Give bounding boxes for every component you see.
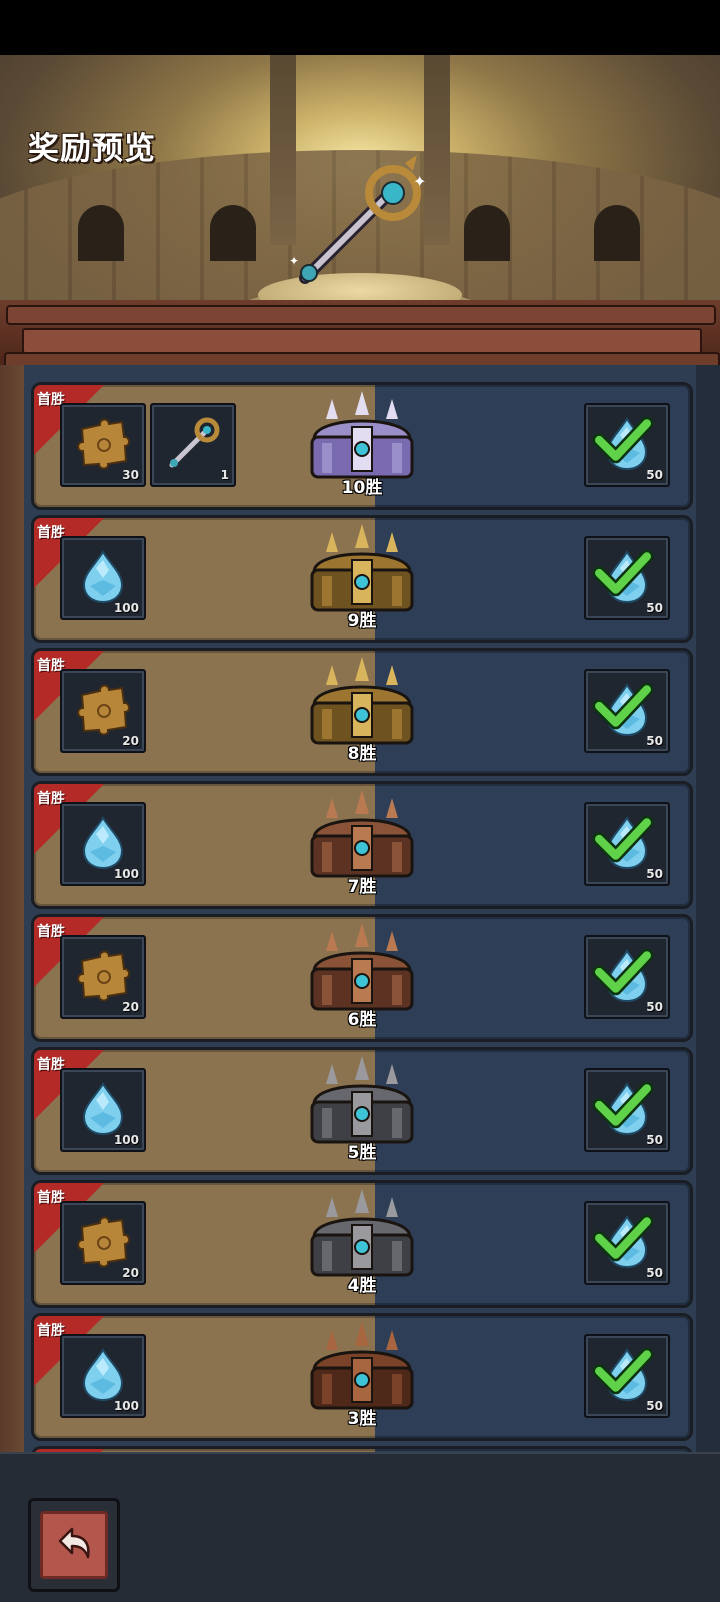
win-count-label: 6胜 — [347, 1010, 377, 1030]
checkmark-icon — [592, 682, 654, 730]
claimed-reward-slot[interactable]: 50 — [584, 1068, 670, 1152]
reward-item-slot[interactable]: 20 — [60, 669, 146, 753]
key-staff-icon — [169, 417, 220, 468]
puzzle-piece-icon — [77, 950, 130, 1002]
puzzle-piece-icon — [77, 1216, 130, 1268]
reward-count: 50 — [646, 601, 663, 615]
reward-list[interactable]: 首胜 30 1 10胜 50 首胜 100 9胜 50 首胜 20 8胜 50 首胜 100 7胜 50 首胜 20… — [0, 365, 720, 1452]
svg-text:✦: ✦ — [289, 254, 299, 268]
reward-count: 50 — [646, 1266, 663, 1280]
svg-text:✦: ✦ — [413, 172, 426, 191]
checkmark-icon — [592, 1347, 654, 1395]
header-plank-frame — [0, 300, 720, 368]
arena-arch — [210, 205, 256, 261]
win-count-label: 10胜 — [341, 478, 383, 498]
checkmark-icon — [592, 549, 654, 597]
reward-item-slot[interactable]: 30 — [60, 403, 146, 487]
reward-row[interactable]: 首胜 20 4胜 50 — [31, 1180, 693, 1308]
crystal-drop-icon — [82, 550, 124, 604]
win-count-label: 3胜 — [347, 1409, 377, 1429]
reward-count: 50 — [646, 1133, 663, 1147]
reward-item-slot[interactable]: 100 — [60, 1334, 146, 1418]
reward-count: 50 — [646, 468, 663, 482]
checkmark-icon — [592, 815, 654, 863]
win-count-label: 9胜 — [347, 611, 377, 631]
claimed-reward-slot[interactable]: 50 — [584, 1334, 670, 1418]
checkmark-icon — [592, 416, 654, 464]
reward-row[interactable]: 首胜 100 9胜 50 — [31, 515, 693, 643]
reward-count: 50 — [646, 734, 663, 748]
claimed-reward-slot[interactable]: 50 — [584, 802, 670, 886]
page-title: 奖励预览 — [28, 131, 156, 167]
status-bar — [0, 0, 720, 55]
reward-item-slot[interactable]: 20 — [60, 935, 146, 1019]
reward-row[interactable]: 首胜 100 5胜 50 — [31, 1047, 693, 1175]
claimed-reward-slot[interactable]: 50 — [584, 669, 670, 753]
reward-count: 100 — [113, 1399, 139, 1413]
reward-count: 1 — [220, 468, 229, 482]
reward-count: 50 — [646, 1000, 663, 1014]
claimed-reward-slot[interactable]: 50 — [584, 1201, 670, 1285]
reward-row[interactable]: 首胜 100 3胜 50 — [31, 1313, 693, 1441]
reward-count: 100 — [113, 867, 139, 881]
puzzle-piece-icon — [77, 684, 130, 736]
win-count-label: 8胜 — [347, 744, 377, 764]
arena-arch — [464, 205, 510, 261]
back-arrow-icon — [58, 1527, 90, 1559]
claimed-reward-slot[interactable]: 50 — [584, 935, 670, 1019]
arena-arch — [594, 205, 640, 261]
claimed-reward-slot[interactable]: 50 — [584, 536, 670, 620]
back-button[interactable] — [28, 1498, 120, 1592]
crystal-drop-icon — [82, 816, 124, 870]
checkmark-icon — [592, 948, 654, 996]
reward-row[interactable]: 首胜 20 6胜 50 — [31, 914, 693, 1042]
key-staff-icon: ✦ ✦ — [289, 155, 426, 284]
win-count-label: 4胜 — [347, 1276, 377, 1296]
reward-row[interactable]: 首胜 20 8胜 50 — [31, 648, 693, 776]
reward-item-slot[interactable]: 1 — [150, 403, 236, 487]
claimed-reward-slot[interactable]: 50 — [584, 403, 670, 487]
reward-item-slot[interactable]: 100 — [60, 536, 146, 620]
reward-count: 100 — [113, 601, 139, 615]
win-count-label: 5胜 — [347, 1143, 377, 1163]
crystal-drop-icon — [82, 1082, 124, 1136]
puzzle-piece-icon — [77, 418, 130, 470]
reward-row[interactable]: 首胜 30 1 10胜 50 — [31, 382, 693, 510]
reward-count: 50 — [646, 867, 663, 881]
reward-count: 20 — [122, 1266, 139, 1280]
reward-row[interactable]: 首胜 100 7胜 50 — [31, 781, 693, 909]
reward-count: 50 — [646, 1399, 663, 1413]
reward-item-slot[interactable]: 20 — [60, 1201, 146, 1285]
arena-arch — [78, 205, 124, 261]
reward-count: 100 — [113, 1133, 139, 1147]
reward-count: 20 — [122, 734, 139, 748]
crystal-drop-icon — [82, 1348, 124, 1402]
checkmark-icon — [592, 1214, 654, 1262]
reward-item-slot[interactable]: 100 — [60, 802, 146, 886]
win-count-label: 7胜 — [347, 877, 377, 897]
reward-count: 20 — [122, 1000, 139, 1014]
reward-count: 30 — [122, 468, 139, 482]
checkmark-icon — [592, 1081, 654, 1129]
reward-item-slot[interactable]: 100 — [60, 1068, 146, 1152]
